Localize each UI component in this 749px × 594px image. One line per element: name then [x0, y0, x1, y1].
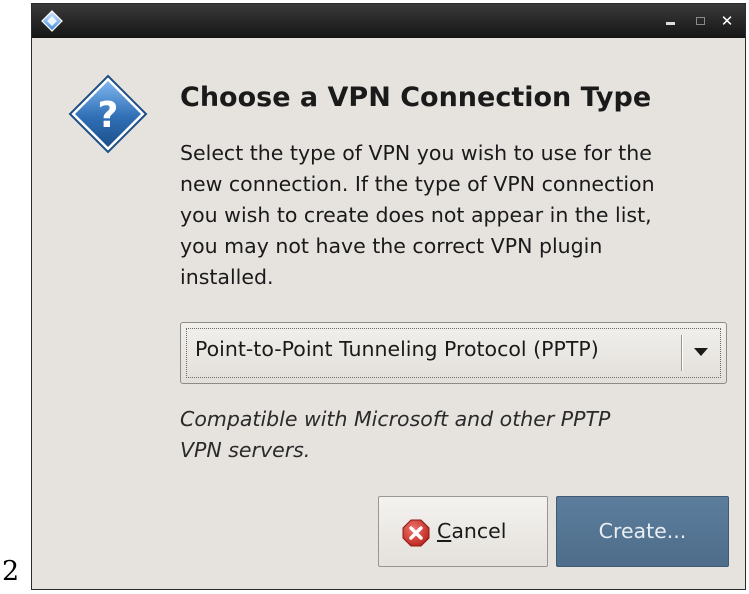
minimize-icon[interactable]	[663, 13, 679, 29]
description-line: installed.	[180, 265, 274, 289]
description-line: you may not have the correct VPN plugin	[180, 234, 603, 258]
cancel-mnemonic: C	[437, 519, 452, 543]
stray-digit-label: 2	[2, 556, 20, 587]
question-icon: ?	[68, 74, 148, 154]
dialog-heading: Choose a VPN Connection Type	[180, 82, 652, 113]
maximize-icon[interactable]	[692, 13, 708, 29]
dropdown-arrow-icon[interactable]	[694, 348, 708, 356]
hint-line: VPN servers.	[180, 438, 311, 462]
vpn-type-combobox[interactable]: Point-to-Point Tunneling Protocol (PPTP)	[180, 322, 727, 384]
cancel-label-rest: ancel	[451, 519, 507, 543]
diamond-app-icon	[41, 10, 63, 32]
hint-line: Compatible with Microsoft and other PPTP	[180, 407, 611, 431]
description-line: Select the type of VPN you wish to use f…	[180, 141, 652, 165]
create-button-label: Create...	[598, 519, 687, 543]
cancel-button-label: Cancel	[437, 519, 506, 543]
combobox-separator	[681, 335, 682, 371]
vpn-type-hint: Compatible with Microsoft and other PPTP…	[180, 404, 610, 466]
dialog-description: Select the type of VPN you wish to use f…	[180, 138, 740, 293]
description-line: you wish to create does not appear in th…	[180, 203, 652, 227]
description-line: new connection. If the type of VPN conne…	[180, 172, 655, 196]
vpn-type-selected-value: Point-to-Point Tunneling Protocol (PPTP)	[195, 337, 599, 361]
create-button[interactable]: Create...	[556, 496, 729, 567]
vpn-type-dialog: ✕ ? Choose a VPN Connection Type Select …	[31, 3, 746, 590]
svg-text:?: ?	[98, 95, 119, 136]
window-titlebar[interactable]: ✕	[32, 4, 745, 38]
close-icon[interactable]: ✕	[719, 13, 735, 29]
cancel-button[interactable]: Cancel	[378, 496, 548, 567]
cancel-icon	[402, 519, 430, 547]
